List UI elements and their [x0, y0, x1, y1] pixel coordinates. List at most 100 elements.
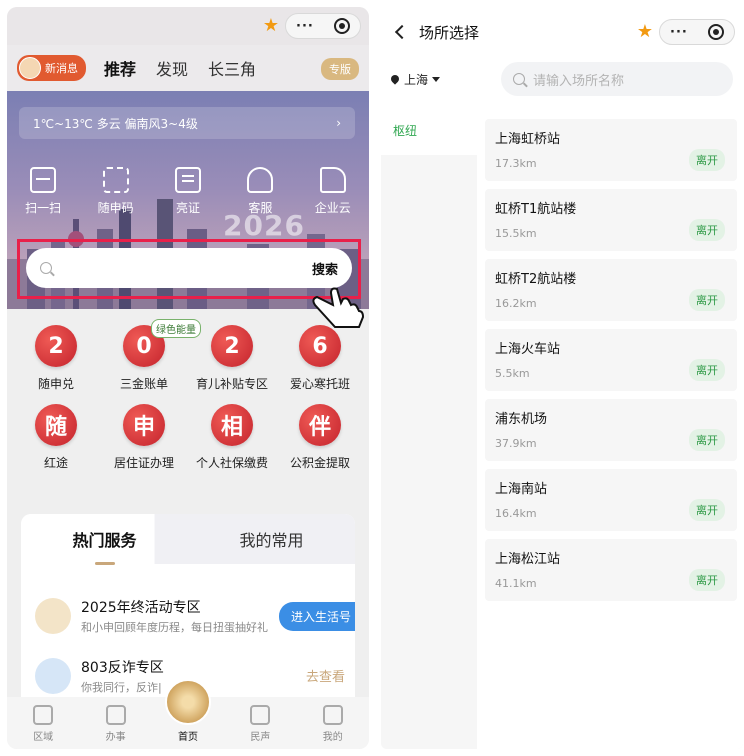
grid-label: 个人社保缴费 [195, 456, 268, 470]
grid-item-winter-care-class[interactable]: 6 爱心寒托班 [277, 325, 363, 392]
grid-label: 爱心寒托班 [289, 377, 350, 391]
list-item[interactable]: 上海火车站 5.5km 离开 [485, 329, 737, 391]
service-title: 803反诈专区 [81, 660, 164, 676]
customer-service-icon [247, 167, 274, 193]
capsule-pill: ··· [659, 19, 735, 45]
quick-scan[interactable]: 扫一扫 [13, 167, 73, 216]
brush-icon [105, 705, 126, 725]
grid-item-housing-fund[interactable]: 伴 公积金提取 [277, 404, 363, 471]
leave-button[interactable]: 离开 [689, 569, 725, 591]
tabbar-item-home[interactable]: 首页 [163, 679, 213, 743]
city-name: 上海 [404, 72, 429, 87]
user-icon [322, 705, 343, 725]
list-item[interactable]: 2025年终活动专区 和小申回顾年度历程，每日扭蛋抽好礼 进入生活号 [21, 586, 355, 646]
grid-item-social-insurance[interactable]: 相 个人社保缴费 [189, 404, 275, 471]
grid-label: 三金账单 [119, 377, 168, 391]
leave-button[interactable]: 离开 [689, 499, 725, 521]
quick-label: 亮证 [175, 201, 200, 215]
leave-button[interactable]: 离开 [689, 219, 725, 241]
more-button[interactable]: ··· [670, 25, 688, 40]
year-watermark: 2026 [223, 209, 305, 242]
venue-name: 浦东机场 [495, 412, 548, 427]
list-item[interactable]: 虹桥T1航站楼 15.5km 离开 [485, 189, 737, 251]
list-item[interactable]: 上海松江站 41.1km 离开 [485, 539, 737, 601]
capsule-pill: ··· [285, 13, 361, 39]
back-icon[interactable] [394, 24, 410, 40]
lantern-icon: 2 [211, 325, 253, 367]
close-mini-program-icon[interactable] [333, 18, 350, 34]
grid-item-childcare-subsidy[interactable]: 2 育儿补贴专区 [189, 325, 275, 392]
tab-discover[interactable]: 发现 [156, 56, 188, 80]
page-title: 场所选择 [419, 23, 480, 42]
tab-hot-services[interactable]: 热门服务 [21, 527, 188, 551]
tabbar-item-region[interactable]: 区域 [18, 705, 68, 743]
quick-enterprise-cloud[interactable]: 企业云 [303, 167, 363, 216]
venue-name: 上海南站 [495, 482, 548, 497]
search-icon [513, 73, 525, 85]
grid-label: 育儿补贴专区 [195, 377, 268, 391]
venue-name: 上海虹桥站 [495, 132, 561, 147]
grid-label: 公积金提取 [289, 456, 350, 470]
venue-name: 虹桥T2航站楼 [495, 272, 577, 287]
tab-my-frequent[interactable]: 我的常用 [188, 527, 355, 551]
tab-recommend[interactable]: 推荐 [104, 56, 136, 80]
leave-button[interactable]: 离开 [689, 289, 725, 311]
caret-down-icon [432, 76, 441, 82]
quick-label: 扫一扫 [25, 201, 62, 215]
tabbar-item-me[interactable]: 我的 [308, 705, 358, 743]
leave-button[interactable]: 离开 [689, 429, 725, 451]
home-icon [164, 679, 211, 725]
search-bar[interactable]: 搜索 [26, 248, 352, 288]
star-icon[interactable]: ★ [637, 23, 653, 41]
tabbar-item-services[interactable]: 办事 [91, 705, 141, 743]
service-subtitle: 和小申回顾年度历程，每日扭蛋抽好礼 [81, 621, 268, 634]
region-icon [33, 705, 54, 725]
quick-show-certificate[interactable]: 亮证 [158, 167, 218, 216]
more-button[interactable]: ··· [296, 19, 314, 34]
close-mini-program-icon[interactable] [707, 24, 724, 40]
weather-bar[interactable]: 1℃~13℃ 多云 偏南风3~4级 › [19, 107, 355, 139]
grid-label: 随申兑 [37, 377, 74, 391]
grid-item-suishen-exchange[interactable]: 2 随申兑 [13, 325, 99, 392]
mini-program-capsule: ★ ··· [263, 13, 361, 39]
lantern-icon: 随 [35, 404, 77, 446]
grid-item-sanjin-bill[interactable]: 0 绿色能量 三金账单 [101, 319, 201, 392]
lantern-icon: 2 [35, 325, 77, 367]
list-item[interactable]: 浦东机场 37.9km 离开 [485, 399, 737, 461]
grid-item-red-route[interactable]: 随 红途 [13, 404, 99, 471]
quick-label: 企业云 [314, 201, 351, 215]
grid-label: 红途 [43, 456, 68, 470]
anti-fraud-avatar [35, 658, 71, 694]
tab-yangtze-delta[interactable]: 长三角 [208, 56, 256, 80]
certificate-icon [174, 167, 201, 193]
venue-list: 上海虹桥站 17.3km 离开 虹桥T1航站楼 15.5km 离开 虹桥T2航站… [477, 107, 743, 749]
news-button[interactable]: 新消息 [17, 55, 86, 81]
top-navigation: 新消息 推荐 发现 长三角 专版 [7, 45, 369, 91]
mascot-avatar [35, 598, 71, 634]
category-hub[interactable]: 枢纽 [381, 107, 477, 155]
venue-search-input[interactable]: 请输入场所名称 [501, 62, 733, 96]
leave-button[interactable]: 离开 [689, 149, 725, 171]
city-selector[interactable]: 上海 [389, 71, 501, 88]
quick-health-code[interactable]: 随申码 [86, 167, 146, 216]
search-button[interactable]: 搜索 [312, 259, 338, 278]
edition-dropdown[interactable]: 专版 [321, 58, 359, 80]
leave-button[interactable]: 离开 [689, 359, 725, 381]
star-icon[interactable]: ★ [263, 17, 279, 35]
home-screen: ★ ··· 新消息 推荐 发现 长三角 专版 1℃~13℃ 多云 偏南风3~4级… [7, 7, 369, 749]
chevron-right-icon: › [336, 116, 341, 130]
list-item[interactable]: 上海虹桥站 17.3km 离开 [485, 119, 737, 181]
list-item[interactable]: 上海南站 16.4km 离开 [485, 469, 737, 531]
lantern-icon: 相 [211, 404, 253, 446]
enterprise-cloud-icon [319, 167, 346, 193]
view-button[interactable]: 去查看 [306, 666, 345, 685]
quick-actions: 扫一扫 随申码 亮证 客服 企业云 [7, 167, 369, 216]
grid-item-residence-permit[interactable]: 申 居住证办理 [101, 404, 187, 471]
scan-icon [30, 167, 57, 193]
tabbar-item-public-voice[interactable]: 民声 [235, 705, 285, 743]
list-item[interactable]: 虹桥T2航站楼 16.2km 离开 [485, 259, 737, 321]
enter-life-account-button[interactable]: 进入生活号 [278, 602, 355, 631]
card-tabs: 热门服务 我的常用 [21, 514, 355, 564]
lantern-icon: 6 [299, 325, 341, 367]
venue-select-screen: 场所选择 ★ ··· 上海 请输入场所名称 枢纽 上海虹桥站 17.3km 离开… [381, 7, 743, 749]
